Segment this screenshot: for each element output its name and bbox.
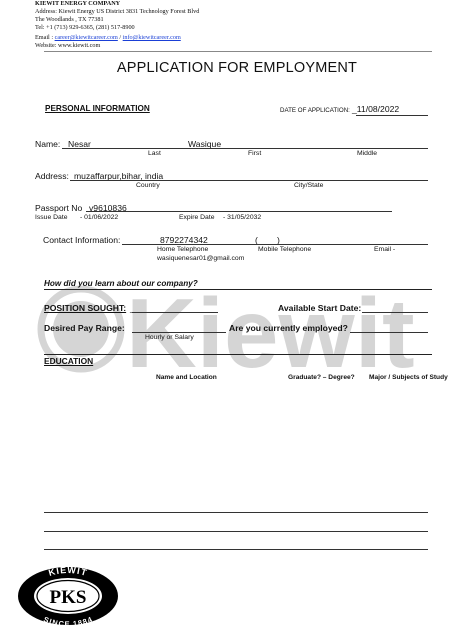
pay-range-underline xyxy=(132,332,226,333)
company-email-label: Email : xyxy=(35,34,54,41)
desired-pay-range-label: Desired Pay Range: xyxy=(44,323,125,333)
passport-label: Passport No xyxy=(35,203,83,213)
education-column-graduate-degree: Graduate? – Degree? xyxy=(288,374,355,381)
company-email-row: Email : career@kiewitcareer.com / info@k… xyxy=(35,34,181,42)
company-website: Website: www.kiewit.com xyxy=(35,42,101,49)
company-name: KIEWIT ENERGY COMPANY xyxy=(35,0,121,7)
country-caption: Country xyxy=(136,182,160,189)
section-personal-heading: PERSONAL INFORMATION xyxy=(45,104,150,113)
contact-information-label: Contact Information: xyxy=(43,235,121,245)
currently-employed-label: Are you currently employed? xyxy=(229,323,348,333)
passport-underline xyxy=(86,211,392,212)
education-column-major: Major / Subjects of Study xyxy=(369,374,448,381)
company-telephone: Tel: +1 (713) 929-6365, (281) 517-8900 xyxy=(35,24,135,31)
first-caption: First xyxy=(248,150,262,157)
education-heading: EDUCATION xyxy=(44,356,94,366)
position-sought-label: POSITION SOUGHT: xyxy=(44,303,127,313)
seal-center-text: PKS xyxy=(50,587,87,608)
hourly-or-salary-caption: Hourly or Salary xyxy=(145,334,194,341)
date-of-application-label: DATE OF APPLICATION: xyxy=(280,107,350,114)
header-divider xyxy=(44,51,432,52)
address-underline xyxy=(70,180,428,181)
learn-underline xyxy=(44,289,432,290)
education-row-line-3 xyxy=(44,549,428,550)
mobile-telephone-caption: Mobile Telephone xyxy=(258,246,312,253)
how-did-you-learn-label: How did you learn about our company? xyxy=(44,279,198,288)
education-column-name-location: Name and Location xyxy=(156,374,217,381)
email-separator: / xyxy=(119,34,122,41)
form-title: APPLICATION FOR EMPLOYMENT xyxy=(116,60,358,76)
contact-underline xyxy=(122,244,428,245)
career-email-link[interactable]: career@kiewitcareer.com xyxy=(55,34,118,41)
address-label: Address: xyxy=(35,171,69,181)
education-row-line-1 xyxy=(44,512,428,513)
name-underline xyxy=(62,148,428,149)
date-of-application-value: _11/08/2022 xyxy=(352,104,400,114)
last-caption: Last xyxy=(148,150,161,157)
email-value[interactable]: wasiquenesar01@gmail.com xyxy=(157,255,244,262)
company-address: Address: Kiewit Energy US District 3831 … xyxy=(35,8,200,15)
company-city: The Woodlands , TX 77381 xyxy=(35,16,104,23)
home-telephone-caption: Home Telephone xyxy=(157,246,209,253)
education-top-rule xyxy=(44,354,432,355)
date-underline xyxy=(356,115,428,116)
info-email-link[interactable]: info@kiewitcareer.com xyxy=(123,34,181,41)
start-date-underline xyxy=(362,312,428,313)
expire-date-label: Expire Date xyxy=(179,214,215,221)
middle-caption: Middle xyxy=(357,150,378,157)
available-start-date-label: Available Start Date: xyxy=(278,303,362,313)
name-label: Name: xyxy=(35,139,61,149)
pks-seal-logo: KIEWIT PKS SINCE 1884 xyxy=(18,566,118,626)
education-row-line-2 xyxy=(44,531,428,532)
issue-date-label: Issue Date xyxy=(35,214,68,221)
position-underline xyxy=(132,312,218,313)
email-caption: Email - xyxy=(374,246,396,253)
kiewit-watermark: Kiewit xyxy=(37,279,415,388)
employed-underline xyxy=(350,332,428,333)
expire-date-value: - 31/05/2032 xyxy=(223,214,262,221)
issue-date-value: - 01/06/2022 xyxy=(80,214,119,221)
city-state-caption: City/State xyxy=(294,182,324,189)
